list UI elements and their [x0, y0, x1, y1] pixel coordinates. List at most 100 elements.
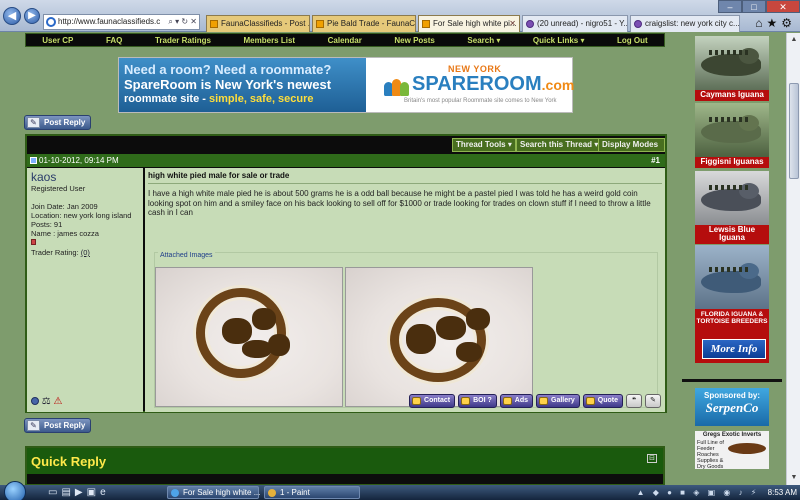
attached-image-2[interactable]	[345, 267, 533, 407]
explorer-icon[interactable]: ▤	[61, 487, 74, 498]
post-reply-button-top[interactable]: ✎ Post Reply	[24, 115, 91, 130]
taskbar-item-label: For Sale high white ...	[183, 488, 261, 497]
start-button[interactable]	[4, 481, 26, 500]
report-post-icon[interactable]: ⚠	[54, 396, 63, 407]
offline-status-icon	[31, 397, 39, 406]
tab-label: craigslist: new york city c...	[645, 19, 740, 28]
taskbar-item-paint[interactable]: 1 - Paint	[264, 486, 360, 499]
address-tools-icon[interactable]: ⌕ ▾ ↻ ✕	[168, 15, 197, 29]
folder-icon[interactable]: ▣	[87, 487, 100, 498]
post-count: Posts: 91	[31, 220, 63, 229]
tab-yahoo-mail[interactable]: (20 unread) - nigro51 - Y...	[522, 15, 628, 32]
nav-search[interactable]: Search ▾	[467, 36, 500, 45]
nav-faq[interactable]: FAQ	[106, 36, 122, 45]
ad-figgisni-iguanas[interactable]: Figgisni Iguanas	[695, 103, 769, 168]
reputation-scale-icon[interactable]: ⚖	[42, 396, 51, 407]
home-icon[interactable]: ⌂	[755, 16, 766, 30]
collapse-icon[interactable]: ⊟	[647, 454, 657, 463]
window-controls: – □ ✕	[718, 0, 800, 13]
tab-for-sale[interactable]: For Sale high white pi... ✕	[418, 15, 520, 32]
roach-image	[728, 443, 766, 454]
scroll-thumb[interactable]	[789, 83, 799, 179]
spareroom-logo: NEW YORK SPAREROOM.com Britain's most po…	[384, 64, 574, 104]
tab-favicon	[526, 20, 534, 28]
ad-text-panel: Need a room? Need a roommate? SpareRoom …	[119, 58, 366, 112]
ad-line-3b: simple, safe, secure	[208, 93, 314, 105]
media-icon[interactable]: ▶	[75, 487, 87, 498]
more-info-button[interactable]: More Info	[702, 339, 766, 359]
attached-image-1[interactable]	[155, 267, 343, 407]
gallery-button[interactable]: Gallery	[536, 394, 580, 408]
ie-taskbar-icon[interactable]: e	[100, 487, 110, 498]
favorites-star-icon[interactable]: ★	[766, 16, 781, 30]
nav-log-out[interactable]: Log Out	[617, 36, 648, 45]
boi-button[interactable]: BOI ?	[458, 394, 497, 408]
windows-taskbar: ▭▤▶▣e For Sale high white ... 1 - Paint …	[0, 481, 800, 500]
close-tab-icon[interactable]: ✕	[509, 16, 516, 31]
nav-members-list[interactable]: Members List	[244, 36, 296, 45]
nav-quick-links[interactable]: Quick Links ▾	[533, 36, 585, 45]
scroll-up-icon[interactable]: ▲	[788, 34, 800, 46]
gregs-exotic-ad[interactable]: Gregs Exotic Inverts Full Line of Feeder…	[695, 431, 769, 470]
minimize-button[interactable]: –	[718, 0, 742, 13]
tab-craigslist[interactable]: craigslist: new york city c...	[630, 15, 740, 32]
tab-faunaclassifieds-post[interactable]: FaunaClassifieds - Post ...	[206, 15, 310, 32]
tab-pie-bald-trade[interactable]: Pie Bald Trade - FaunaCl...	[312, 15, 416, 32]
quick-reply-icon[interactable]: ✎	[645, 394, 661, 408]
tab-label: Pie Bald Trade - FaunaCl...	[327, 19, 416, 28]
people-icon	[384, 76, 409, 96]
thread-tools-menu[interactable]: Thread Tools ▾	[452, 138, 516, 152]
real-name: Name : james cozza	[31, 229, 99, 238]
ad-caymans-iguana[interactable]: Caymans Iguana	[695, 36, 769, 101]
tab-label: FaunaClassifieds - Post ...	[221, 19, 310, 28]
nav-new-posts[interactable]: New Posts	[394, 36, 434, 45]
trader-rating-link[interactable]: (0)	[81, 248, 90, 257]
tab-favicon	[210, 20, 218, 28]
post-reply-button-bottom[interactable]: ✎ Post Reply	[24, 418, 91, 433]
sponsor-serpenco-ad[interactable]: Sponsored by: SerpenCo	[695, 388, 769, 426]
trader-rating-label: Trader Rating:	[31, 248, 81, 257]
page-scrollbar[interactable]: ▲ ▼	[786, 33, 800, 485]
multi-quote-icon[interactable]: ❝	[626, 394, 642, 408]
show-desktop-icon[interactable]: ▭	[48, 487, 61, 498]
sidebar-divider	[682, 379, 782, 382]
reputation-icon	[31, 239, 36, 245]
forward-button[interactable]: ▶	[24, 8, 40, 24]
ads-button[interactable]: Ads	[499, 394, 534, 408]
quote-button[interactable]: Quote	[582, 394, 623, 408]
user-info-panel: kaos Registered User Join Date: Jan 2009…	[27, 168, 143, 412]
tab-favicon	[422, 20, 430, 28]
system-tray: ▲ ◆ ● ■ ◈ ▣ ◉ ♪ ⚡ 8:53 AM	[637, 485, 797, 500]
maximize-button[interactable]: □	[742, 0, 766, 13]
gallery-icon	[539, 397, 549, 405]
display-modes-menu[interactable]: Display Modes ▾	[598, 138, 665, 161]
close-window-button[interactable]: ✕	[766, 0, 800, 13]
scroll-down-icon[interactable]: ▼	[788, 472, 800, 484]
contact-label: Contact	[424, 397, 451, 404]
thread-tools-bar: Thread Tools ▾ Search this Thread ▾ Disp…	[27, 136, 665, 161]
taskbar-item-browser[interactable]: For Sale high white ...	[167, 486, 261, 499]
gregs-title: Gregs Exotic Inverts	[702, 432, 762, 438]
quote-icon	[585, 397, 595, 405]
sponsored-by-label: Sponsored by:	[703, 391, 760, 400]
username[interactable]: kaos	[31, 171, 139, 184]
spareroom-ad-banner[interactable]: Need a room? Need a roommate? SpareRoom …	[118, 57, 574, 113]
post-panel: Thread Tools ▾ Search this Thread ▾ Disp…	[25, 134, 667, 413]
quote-label: Quote	[597, 397, 618, 404]
clock[interactable]: 8:53 AM	[768, 488, 797, 497]
post-number[interactable]: #1	[651, 154, 660, 167]
ad-lewsis-blue-iguana[interactable]: Lewsis Blue Iguana	[695, 171, 769, 244]
ad-label: Lewsis Blue Iguana	[708, 225, 756, 242]
post-message-area: high white pied male for sale or trade I…	[145, 168, 665, 412]
tray-icons[interactable]: ▲ ◆ ● ■ ◈ ▣ ◉ ♪ ⚡	[637, 488, 760, 497]
forum-navbar: User CP FAQ Trader Ratings Members List …	[25, 33, 665, 47]
nav-trader-ratings[interactable]: Trader Ratings	[155, 36, 211, 45]
nav-calendar[interactable]: Calendar	[328, 36, 362, 45]
back-button[interactable]: ◀	[3, 7, 21, 25]
contact-button[interactable]: Contact	[409, 394, 456, 408]
address-bar[interactable]: http://www.faunaclassifieds.c ⌕ ▾ ↻ ✕	[43, 14, 200, 30]
nav-user-cp[interactable]: User CP	[42, 36, 73, 45]
search-thread-menu[interactable]: Search this Thread ▾	[516, 138, 603, 152]
join-date: Join Date: Jan 2009	[31, 202, 98, 211]
gear-icon[interactable]: ⚙	[781, 16, 796, 30]
